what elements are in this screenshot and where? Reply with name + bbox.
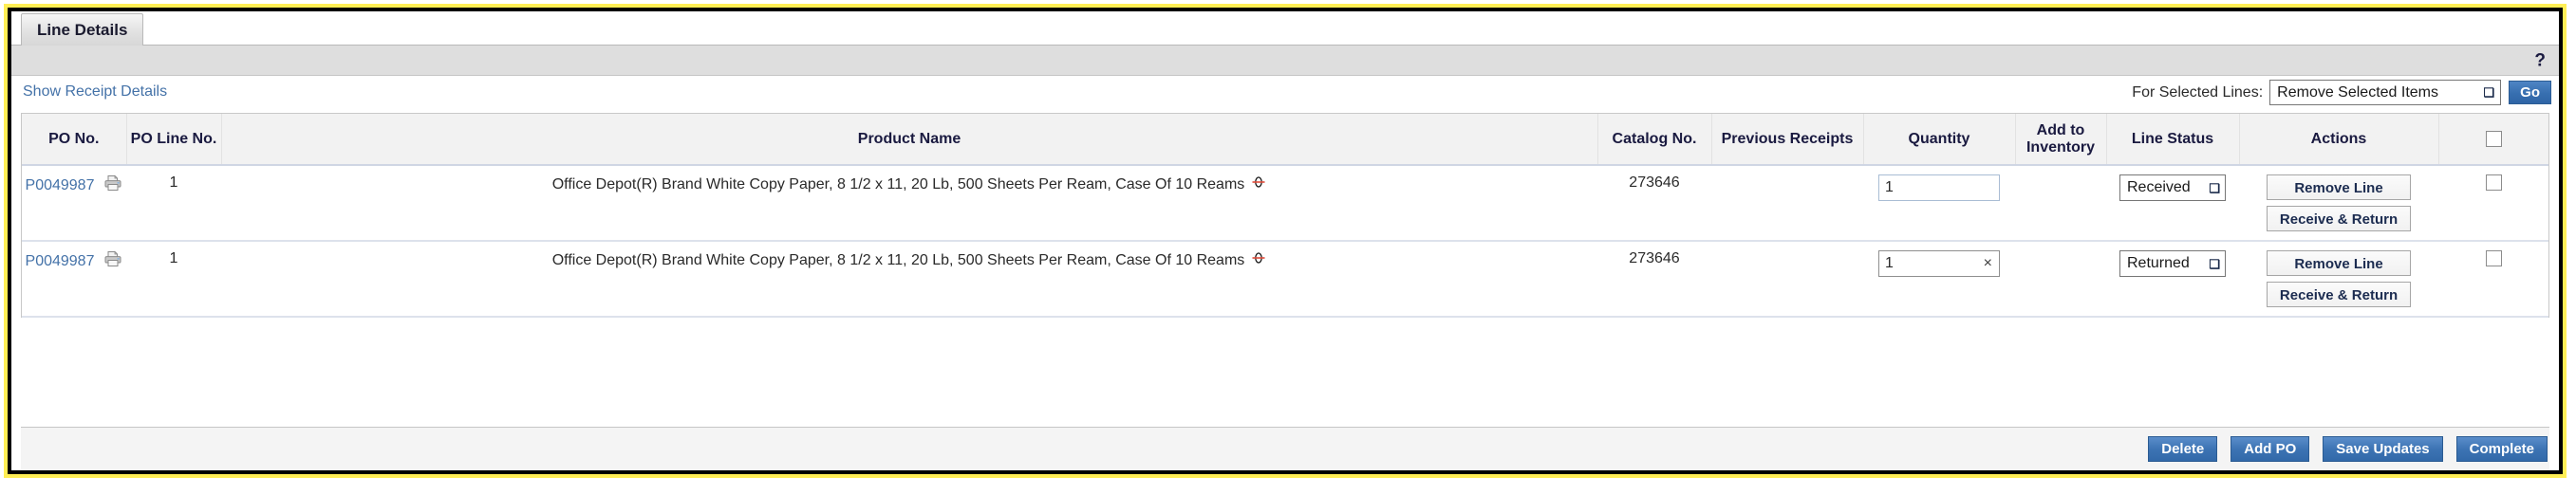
remove-line-button[interactable]: Remove Line xyxy=(2267,174,2411,200)
table-row: P0049987 xyxy=(22,241,2548,317)
cell-catalog-no: 273646 xyxy=(1597,165,1711,241)
for-selected-lines-label: For Selected Lines: xyxy=(2132,84,2263,101)
header-add-to-inventory: Add to Inventory xyxy=(2015,114,2106,165)
line-details-table-wrap: PO No. PO Line No. Product Name Catalog … xyxy=(21,113,2549,318)
cell-catalog-no: 273646 xyxy=(1597,241,1711,317)
select-all-checkbox[interactable] xyxy=(2486,131,2502,147)
header-add-to-inventory-line1: Add to xyxy=(2020,122,2102,139)
po-number-link[interactable]: P0049987 xyxy=(26,253,95,270)
add-po-button[interactable]: Add PO xyxy=(2231,436,2309,462)
quantity-input[interactable] xyxy=(1878,250,2000,277)
cell-add-to-inventory xyxy=(2015,241,2106,317)
cell-previous-receipts xyxy=(1711,241,1863,317)
cell-po-no: P0049987 xyxy=(22,165,126,241)
header-catalog-no: Catalog No. xyxy=(1597,114,1711,165)
po-number-link[interactable]: P0049987 xyxy=(26,177,95,194)
cell-product-name: Office Depot(R) Brand White Copy Paper, … xyxy=(221,241,1597,317)
header-po-no: PO No. xyxy=(22,114,126,165)
quantity-input[interactable] xyxy=(1878,174,2000,201)
line-status-value: Received xyxy=(2127,179,2191,196)
footer-action-bar: Delete Add PO Save Updates Complete xyxy=(21,427,2549,470)
header-actions: Actions xyxy=(2239,114,2438,165)
cell-quantity xyxy=(1863,165,2015,241)
chevron-down-icon: ❏ xyxy=(2484,86,2495,99)
product-name-text: Office Depot(R) Brand White Copy Paper, … xyxy=(552,176,1245,193)
save-updates-button[interactable]: Save Updates xyxy=(2323,436,2442,462)
row-select-checkbox[interactable] xyxy=(2486,174,2502,191)
product-name-text: Office Depot(R) Brand White Copy Paper, … xyxy=(552,252,1245,269)
row-select-checkbox[interactable] xyxy=(2486,250,2502,266)
cell-actions: Remove Line Receive & Return xyxy=(2239,241,2438,317)
header-select-all xyxy=(2438,114,2548,165)
cell-actions: Remove Line Receive & Return xyxy=(2239,165,2438,241)
selected-lines-action-select[interactable]: Remove Selected Items ❏ xyxy=(2269,80,2501,105)
line-status-select[interactable]: Received ❏ xyxy=(2119,174,2226,201)
table-row: P0049987 xyxy=(22,165,2548,241)
chevron-down-icon: ❏ xyxy=(2209,182,2220,194)
cell-po-line-no: 1 xyxy=(126,241,221,317)
header-quantity: Quantity xyxy=(1863,114,2015,165)
go-button[interactable]: Go xyxy=(2509,81,2551,104)
restricted-item-icon xyxy=(1251,174,1266,194)
panel-header-bar: ? xyxy=(11,46,2559,76)
cell-row-select xyxy=(2438,241,2548,317)
table-body: P0049987 xyxy=(22,165,2548,317)
header-add-to-inventory-line2: Inventory xyxy=(2020,139,2102,156)
cell-quantity: × xyxy=(1863,241,2015,317)
show-receipt-details-link[interactable]: Show Receipt Details xyxy=(23,83,167,101)
table-toolbar: Show Receipt Details For Selected Lines:… xyxy=(11,76,2559,113)
cell-po-no: P0049987 xyxy=(22,241,126,317)
header-line-status: Line Status xyxy=(2106,114,2239,165)
for-selected-lines-group: For Selected Lines: Remove Selected Item… xyxy=(2132,80,2551,105)
go-button-label: Go xyxy=(2520,84,2540,101)
remove-line-button[interactable]: Remove Line xyxy=(2267,250,2411,276)
print-icon[interactable] xyxy=(103,174,122,196)
line-details-panel: Line Details ? Show Receipt Details For … xyxy=(11,11,2559,470)
header-po-line-no: PO Line No. xyxy=(126,114,221,165)
selected-lines-action-value: Remove Selected Items xyxy=(2277,84,2438,101)
cell-product-name: Office Depot(R) Brand White Copy Paper, … xyxy=(221,165,1597,241)
tab-line-details-label: Line Details xyxy=(37,21,127,40)
cell-previous-receipts xyxy=(1711,165,1863,241)
help-icon[interactable]: ? xyxy=(2534,51,2546,69)
line-status-select[interactable]: Returned ❏ xyxy=(2119,250,2226,277)
header-product-name: Product Name xyxy=(221,114,1597,165)
table-header-row: PO No. PO Line No. Product Name Catalog … xyxy=(22,114,2548,165)
highlight-frame: Line Details ? Show Receipt Details For … xyxy=(4,4,2567,478)
cell-line-status: Received ❏ xyxy=(2106,165,2239,241)
chevron-down-icon: ❏ xyxy=(2209,258,2220,270)
receive-and-return-button[interactable]: Receive & Return xyxy=(2267,282,2411,307)
clear-quantity-icon[interactable]: × xyxy=(1984,256,1992,271)
delete-button[interactable]: Delete xyxy=(2148,436,2217,462)
restricted-item-icon xyxy=(1251,250,1266,270)
receive-and-return-button[interactable]: Receive & Return xyxy=(2267,206,2411,231)
cell-line-status: Returned ❏ xyxy=(2106,241,2239,317)
tab-strip: Line Details xyxy=(11,11,2559,46)
cell-row-select xyxy=(2438,165,2548,241)
line-details-table: PO No. PO Line No. Product Name Catalog … xyxy=(22,114,2548,318)
print-icon[interactable] xyxy=(103,250,122,272)
complete-button[interactable]: Complete xyxy=(2456,436,2548,462)
frame-border: Line Details ? Show Receipt Details For … xyxy=(8,8,2563,474)
cell-po-line-no: 1 xyxy=(126,165,221,241)
line-status-value: Returned xyxy=(2127,255,2190,272)
cell-add-to-inventory xyxy=(2015,165,2106,241)
tab-line-details[interactable]: Line Details xyxy=(21,13,143,46)
header-previous-receipts: Previous Receipts xyxy=(1711,114,1863,165)
